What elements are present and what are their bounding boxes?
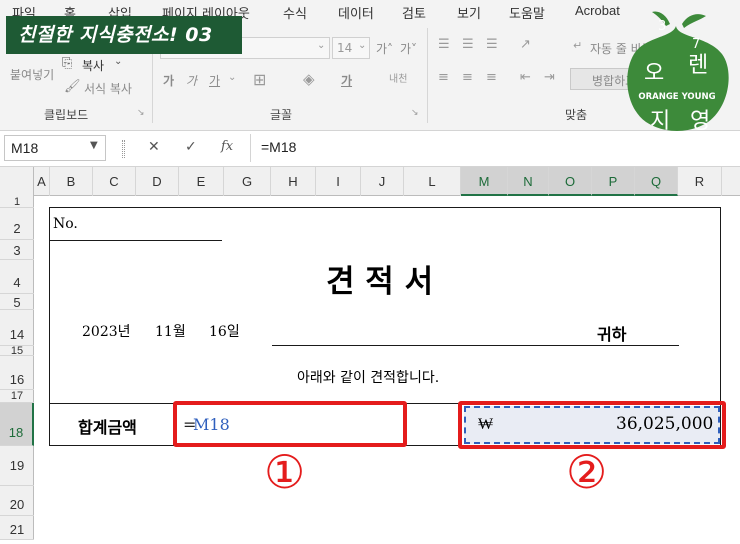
logo-char: 오 xyxy=(644,61,664,86)
dialog-launcher-icon[interactable]: ↘ xyxy=(411,108,419,118)
row-header-16[interactable]: 16 xyxy=(0,356,34,390)
paste-button[interactable]: 붙여넣기 xyxy=(10,66,54,83)
no-underline xyxy=(49,240,222,241)
brush-icon: 🖌 xyxy=(64,79,81,94)
date-month: 11월 xyxy=(155,324,186,340)
logo-brand: ORANGE YOUNG xyxy=(638,92,715,102)
recipient-suffix: 귀하 xyxy=(597,325,627,344)
font-shrink-button[interactable]: 가˅ xyxy=(400,40,417,57)
annotation-box-reference xyxy=(458,401,726,449)
font-grow-button[interactable]: 가˄ xyxy=(376,40,393,57)
font-group-label: 글꼴 xyxy=(270,108,293,122)
align-left-icon[interactable]: ≡ xyxy=(438,70,449,85)
column-header-n[interactable]: N xyxy=(508,167,549,196)
row-header-21[interactable]: 21 xyxy=(0,516,34,540)
select-all-corner[interactable] xyxy=(0,167,34,196)
row-header-18[interactable]: 18 xyxy=(0,403,34,446)
annotation-marker-1: ① xyxy=(264,445,306,499)
row-header-20[interactable]: 20 xyxy=(0,486,34,516)
border-icon[interactable]: ⊞ xyxy=(253,70,266,89)
recipient-underline xyxy=(272,345,679,346)
italic-button[interactable]: 가 xyxy=(186,72,197,89)
dialog-launcher-icon[interactable]: ↘ xyxy=(137,108,145,118)
chevron-down-icon: ⌄ xyxy=(358,40,367,51)
date-day: 16일 xyxy=(209,324,240,340)
clipboard-group-label: 클립보드 xyxy=(44,108,89,122)
column-header-h[interactable]: H xyxy=(271,167,316,196)
column-header-j[interactable]: J xyxy=(361,167,404,196)
total-label: 합계금액 xyxy=(78,418,137,437)
logo-digit: 3 xyxy=(658,19,666,34)
align-top-icon[interactable]: ☰ xyxy=(438,37,450,52)
orange-young-logo: 3 7 오 렌 ORANGE YOUNG 지 영 xyxy=(627,11,729,134)
column-header-p[interactable]: P xyxy=(592,167,635,196)
row-header-5[interactable]: 5 xyxy=(0,294,34,310)
tab-view[interactable]: 보기 xyxy=(457,3,481,22)
align-bottom-icon[interactable]: ☰ xyxy=(486,37,498,52)
annotation-box-formula xyxy=(173,401,407,447)
document-title: 견 적 서 xyxy=(326,264,434,300)
increase-indent-icon[interactable]: ⇥ xyxy=(544,70,555,85)
align-center-icon[interactable]: ≡ xyxy=(462,70,473,85)
row-header-1[interactable]: 1 xyxy=(0,196,34,208)
date-year: 2023년 xyxy=(82,324,131,340)
row-header-4[interactable]: 4 xyxy=(0,260,34,294)
formula-input[interactable]: =M18 xyxy=(250,134,740,162)
chevron-down-icon: ⌄ xyxy=(317,40,326,51)
column-header-r[interactable]: R xyxy=(678,167,722,196)
quote-border-left xyxy=(49,207,50,445)
cancel-button[interactable]: ✕ xyxy=(148,139,160,155)
row-header-14[interactable]: 14 xyxy=(0,310,34,346)
chevron-down-icon[interactable]: ▼ xyxy=(90,140,98,151)
align-right-icon[interactable]: ≡ xyxy=(486,70,497,85)
wrap-text-icon: ↵ xyxy=(573,39,583,52)
row-header-3[interactable]: 3 xyxy=(0,240,34,260)
fill-color-icon[interactable]: ◈ xyxy=(303,70,315,88)
tab-formulas[interactable]: 수식 xyxy=(283,3,307,22)
grip-icon xyxy=(122,140,125,158)
column-header-e[interactable]: E xyxy=(179,167,224,196)
no-label: No. xyxy=(53,216,78,232)
column-header-b[interactable]: B xyxy=(50,167,93,196)
row-header-17[interactable]: 17 xyxy=(0,390,34,403)
row-header-15[interactable]: 15 xyxy=(0,346,34,357)
column-header-i[interactable]: I xyxy=(316,167,361,196)
row-header-2[interactable]: 2 xyxy=(0,208,34,240)
column-header-d[interactable]: D xyxy=(136,167,179,196)
tab-help[interactable]: 도움말 xyxy=(509,3,545,22)
orientation-icon[interactable]: ↗ xyxy=(520,37,531,52)
ribbon-separator xyxy=(427,28,428,123)
underline-button[interactable]: 가 xyxy=(209,72,220,89)
chevron-down-icon: ⌄ xyxy=(114,56,123,67)
quote-border-top xyxy=(49,207,721,208)
column-header-g[interactable]: G xyxy=(224,167,271,196)
enter-button[interactable]: ✓ xyxy=(185,139,197,155)
decrease-indent-icon[interactable]: ⇤ xyxy=(520,70,531,85)
tab-acrobat[interactable]: Acrobat xyxy=(575,3,620,18)
bold-button[interactable]: 가 xyxy=(163,72,174,89)
tab-data[interactable]: 데이터 xyxy=(338,3,374,22)
column-header-o[interactable]: O xyxy=(549,167,592,196)
row-header-19[interactable]: 19 xyxy=(0,446,34,486)
logo-digit: 7 xyxy=(692,37,700,52)
copy-icon: ⎘ xyxy=(62,56,73,71)
column-header-c[interactable]: C xyxy=(93,167,136,196)
column-header-l[interactable]: L xyxy=(404,167,461,196)
insert-function-button[interactable]: fx xyxy=(221,139,233,154)
font-color-button[interactable]: 가 xyxy=(341,72,352,89)
column-header-q[interactable]: Q xyxy=(635,167,678,196)
intro-text: 아래와 같이 견적합니다. xyxy=(297,370,440,386)
logo-char: 렌 xyxy=(688,53,708,78)
format-painter-button[interactable]: 서식 복사 xyxy=(84,80,132,97)
copy-button[interactable]: 복사 xyxy=(82,57,104,74)
chevron-down-icon: ⌄ xyxy=(228,72,237,83)
align-middle-icon[interactable]: ☰ xyxy=(462,37,474,52)
column-header-m[interactable]: M xyxy=(461,167,508,196)
title-banner: 친절한 지식충전소! 03 xyxy=(6,16,242,54)
alignment-group-label: 맞춤 xyxy=(565,108,588,122)
column-header-a[interactable]: A xyxy=(34,167,50,196)
annotation-marker-2: ② xyxy=(566,445,608,499)
tab-review[interactable]: 검토 xyxy=(402,3,426,22)
phonetic-icon[interactable]: 내천 xyxy=(389,70,407,85)
